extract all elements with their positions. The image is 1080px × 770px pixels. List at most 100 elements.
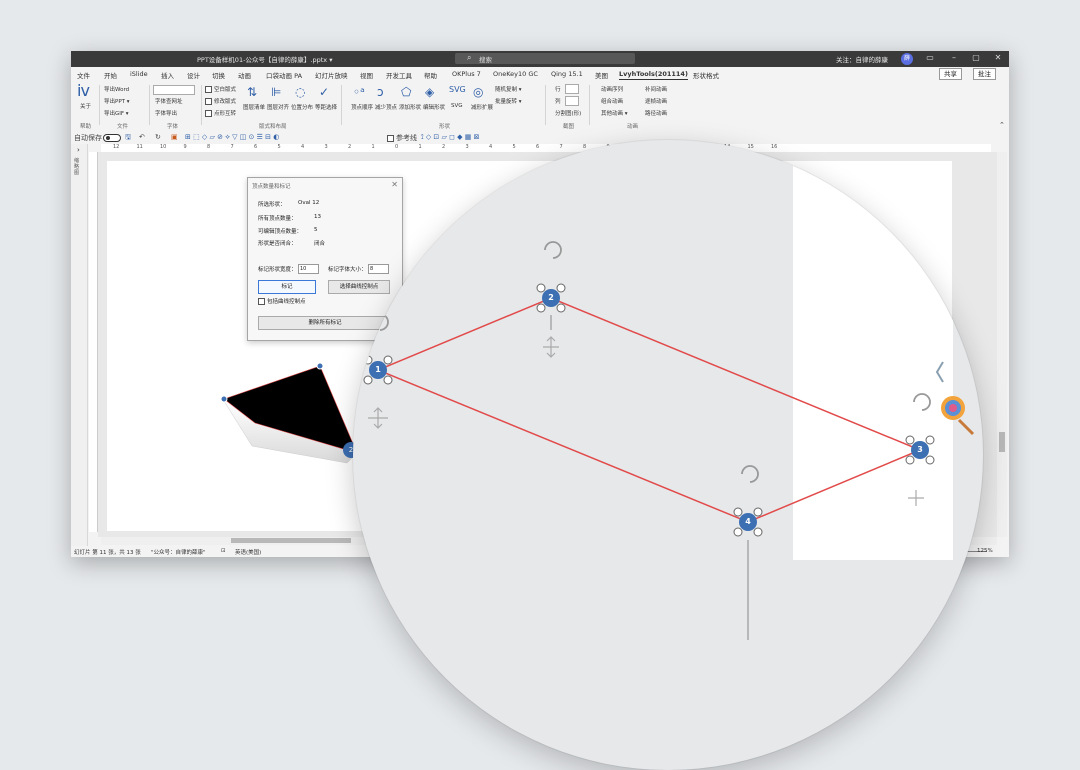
author-info: "公众号：自律的薛康" xyxy=(151,550,206,556)
frame-anim-button[interactable]: 逐帧动画 xyxy=(645,97,667,105)
zoom-marker-4[interactable]: 4 xyxy=(739,513,757,531)
ruler-number: 3 xyxy=(324,144,328,150)
include-curve-checkbox[interactable]: 包括曲线控制点 xyxy=(258,297,306,305)
rotate-icon xyxy=(371,313,389,331)
menu-tab[interactable]: 视图 xyxy=(360,70,373,80)
batch-rotate-button[interactable]: 批量旋转 ▾ xyxy=(495,97,522,105)
redo-icon[interactable]: ↻ xyxy=(155,133,161,141)
menu-tab[interactable]: 口袋动画 PA xyxy=(266,70,302,80)
zoom-marker-1[interactable]: 1 xyxy=(369,361,387,379)
menu-tab[interactable]: OKPlus 7 xyxy=(452,70,481,78)
font-lookup-button[interactable]: 字体查网址 xyxy=(155,97,183,105)
mark-size-spinner[interactable]: 10 xyxy=(298,264,319,274)
thumbnail-pane[interactable]: › 缩略图 xyxy=(71,144,88,546)
col-spinner[interactable] xyxy=(565,96,579,106)
menu-bar: 文件 开始 iSlide 插入 设计 切换 动画 口袋动画 PA 幻灯片放映 视图 开发工具 帮助 OK… xyxy=(71,67,1009,81)
menu-tab[interactable]: 插入 xyxy=(161,70,174,80)
row-spinner[interactable] xyxy=(565,84,579,94)
dialog-title: 顶点数量和标记 xyxy=(252,184,291,190)
autosave-toggle[interactable] xyxy=(103,134,121,142)
present-icon[interactable]: ▣ xyxy=(171,133,178,141)
title-bar: PPT设备样机01-公众号【自律的薛康】.pptx ▾ ⌕ 搜索 关注：自律的薛… xyxy=(71,51,1009,67)
empty-frame-checkbox[interactable]: 空白版式 xyxy=(205,85,236,93)
reduce-vertex-button[interactable]: 减少顶点 xyxy=(375,103,397,111)
menu-tab[interactable]: 设计 xyxy=(187,70,200,80)
font-select[interactable] xyxy=(153,85,195,95)
menu-tab[interactable]: 幻灯片放映 xyxy=(315,70,348,80)
menu-tab[interactable]: 文件 xyxy=(77,70,90,80)
menu-tab[interactable]: 美图 xyxy=(595,70,608,80)
edit-shape-button[interactable]: 编辑形状 xyxy=(423,103,445,111)
maximize-icon[interactable]: ▢ xyxy=(969,53,983,62)
ribbon-display-icon[interactable]: ▭ xyxy=(923,53,937,62)
share-button[interactable]: 共享 xyxy=(939,68,962,80)
tween-anim-button[interactable]: 补间动画 xyxy=(645,85,667,93)
expand-arrow-icon[interactable]: › xyxy=(77,146,80,154)
layer-list-button[interactable]: 图层清单 xyxy=(243,103,265,111)
comment-button[interactable]: 批注 xyxy=(973,68,996,80)
zoomed-slide-white xyxy=(793,160,953,560)
vertex-handle[interactable] xyxy=(316,362,324,370)
font-export-button[interactable]: 字体导出 xyxy=(155,109,177,117)
mark-button[interactable]: 标记 xyxy=(258,280,316,294)
align-icon[interactable]: ⊫ xyxy=(271,85,281,99)
random-copy-button[interactable]: 随机复制 ▾ xyxy=(495,85,522,93)
menu-tab[interactable]: 切换 xyxy=(212,70,225,80)
collapse-ribbon-icon[interactable]: ⌃ xyxy=(999,121,1005,129)
point-convert-checkbox[interactable]: 点形互转 xyxy=(205,109,236,117)
export-ppt-button[interactable]: 导出PPT ▾ xyxy=(104,97,130,105)
vertex-order-icon[interactable]: ◦ᵃ xyxy=(353,85,365,99)
shrink-expand-button[interactable]: 减形扩展 xyxy=(471,103,493,111)
save-icon[interactable]: 🖫 xyxy=(125,133,131,144)
equal-select-icon[interactable]: ✓ xyxy=(319,85,329,99)
language[interactable]: 英语(美国) xyxy=(235,548,261,556)
menu-tab[interactable]: 开发工具 xyxy=(386,70,412,80)
menu-tab[interactable]: 开始 xyxy=(104,70,117,80)
equal-select-button[interactable]: 等距选择 xyxy=(315,103,337,111)
vertex-order-button[interactable]: 顶点顺序 xyxy=(351,103,373,111)
menu-tab[interactable]: LvyhTools(201114) xyxy=(619,70,688,80)
about-button[interactable]: 关于 xyxy=(80,102,91,110)
menu-tab[interactable]: iSlide xyxy=(130,70,148,78)
close-icon[interactable]: ✕ xyxy=(991,53,1005,62)
menu-tab[interactable]: Qing 15.1 xyxy=(551,70,583,78)
edit-shape-icon[interactable]: ◈ xyxy=(425,85,434,99)
anim-sequence-button[interactable]: 动画序列 xyxy=(601,85,623,93)
distribute-icon[interactable]: ◌ xyxy=(295,85,305,99)
svg-icon[interactable]: SVG xyxy=(449,85,466,94)
menu-tab[interactable]: 帮助 xyxy=(424,70,437,80)
split-button[interactable]: 分割图(形) xyxy=(555,109,581,117)
mod-frame-checkbox[interactable]: 修改版式 xyxy=(205,97,236,105)
export-gif-button[interactable]: 导出GIF ▾ xyxy=(104,109,129,117)
undo-icon[interactable]: ↶ xyxy=(139,133,145,141)
search-box[interactable]: ⌕ 搜索 xyxy=(455,53,635,64)
qat-tool-1-icon[interactable]: ⊞ ⬚ ◇ ▱ ⊘ ⟡ ▽ ◫ ⊙ ☰ ⊟ ◐ xyxy=(185,133,279,142)
about-icon[interactable]: ⅳ xyxy=(77,81,90,100)
vertical-scrollbar[interactable] xyxy=(997,152,1007,537)
position-distribute-button[interactable]: 位置分布 xyxy=(291,103,313,111)
path-anim-button[interactable]: 路径动画 xyxy=(645,109,667,117)
move-icon xyxy=(543,336,559,358)
add-shape-button[interactable]: 添加形状 xyxy=(399,103,421,111)
menu-tab[interactable]: 动画 xyxy=(238,70,251,80)
export-word-button[interactable]: 导出Word xyxy=(104,85,129,93)
expand-icon[interactable]: ◎ xyxy=(473,85,483,99)
minimize-icon[interactable]: – xyxy=(947,53,961,62)
layer-list-icon[interactable]: ⇅ xyxy=(247,85,257,99)
layer-align-button[interactable]: 图层对齐 xyxy=(267,103,289,111)
other-anim-button[interactable]: 其他动画 ▾ xyxy=(601,109,628,117)
reduce-vertex-icon[interactable]: ↄ xyxy=(377,85,384,99)
svg-button[interactable]: SVG xyxy=(451,103,463,109)
vertex-handle[interactable] xyxy=(220,395,228,403)
zoom-marker-2[interactable]: 2 xyxy=(542,289,560,307)
avatar[interactable]: 薛 xyxy=(901,53,913,65)
device-mockup[interactable] xyxy=(223,365,358,464)
scroll-thumb[interactable] xyxy=(999,432,1005,452)
pentagon-icon[interactable]: ⬠ xyxy=(401,85,411,99)
menu-tab[interactable]: 形状格式 xyxy=(693,70,719,80)
zoom-marker-3[interactable]: 3 xyxy=(911,441,929,459)
menu-tab[interactable]: OneKey10 GC xyxy=(493,70,538,78)
combo-anim-button[interactable]: 组合动画 xyxy=(601,97,623,105)
accessibility-icon[interactable]: ⊡ xyxy=(221,548,226,554)
scroll-thumb[interactable] xyxy=(231,538,351,543)
